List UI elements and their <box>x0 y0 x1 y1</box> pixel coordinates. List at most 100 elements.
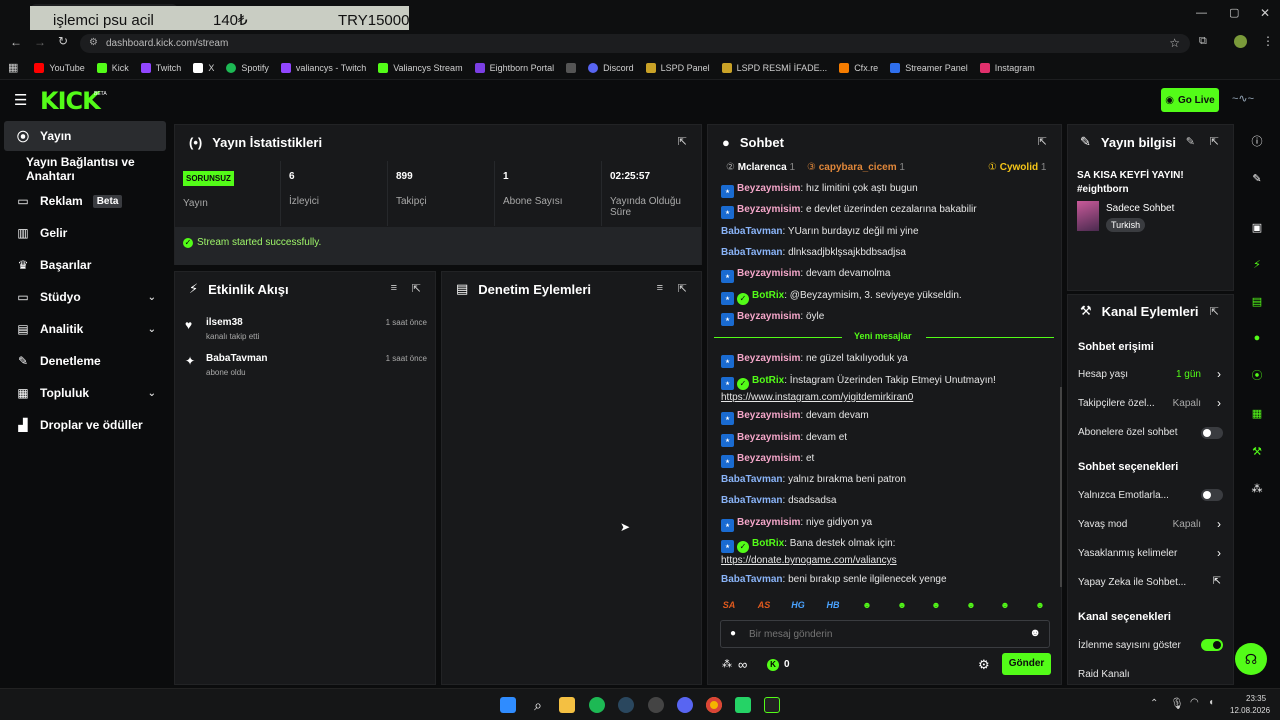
nav-item-studyo[interactable]: ▭ Stüdyo ⌄ <box>4 282 166 312</box>
popout-icon[interactable]: ⇱ <box>1210 305 1219 318</box>
raid-channel-label[interactable]: Raid Kanalı <box>1078 669 1130 680</box>
bookmark-spotify[interactable]: Spotify <box>220 62 275 73</box>
nav-item-reklam[interactable]: ▭ Reklam Beta <box>4 186 166 216</box>
emoji-icon[interactable]: ☻ <box>1029 627 1041 639</box>
chevron-right-icon[interactable]: › <box>1217 367 1221 381</box>
kick-emote[interactable]: ☻ <box>1031 600 1049 614</box>
top-user[interactable]: ② Mclarenca 1 <box>726 162 795 173</box>
extensions-icon[interactable]: ⧉ <box>1199 35 1207 48</box>
discord-icon[interactable] <box>677 697 693 713</box>
bookmark-valiancys-twitch[interactable]: valiancys - Twitch <box>275 62 372 73</box>
popout-icon[interactable]: ⇱ <box>1038 135 1047 148</box>
send-button[interactable]: Gönder <box>1002 653 1051 675</box>
top-user[interactable]: ③ capybara_cicem 1 <box>807 162 905 173</box>
chat-input-box[interactable]: ● ☻ <box>720 620 1050 648</box>
edit-icon[interactable]: ✎ <box>1242 165 1272 191</box>
site-info-icon[interactable]: ⚙ <box>89 37 98 48</box>
chevron-right-icon[interactable]: › <box>1217 396 1221 410</box>
chevron-right-icon[interactable]: › <box>1217 517 1221 531</box>
chat-username[interactable]: Beyzaymisim <box>737 410 800 421</box>
user-avatar[interactable]: ~∿~ <box>1232 92 1254 108</box>
maximize-icon[interactable]: ▢ <box>1229 6 1239 19</box>
url-field[interactable]: ⚙ dashboard.kick.com/stream ☆ <box>80 34 1190 53</box>
chevron-right-icon[interactable]: › <box>1217 546 1221 560</box>
nav-item-denetleme[interactable]: ✎ Denetleme <box>4 346 166 376</box>
users-icon[interactable]: ⁂ <box>1242 475 1272 501</box>
bookmark-lspd-ifade[interactable]: LSPD RESMİ İFADE... <box>716 62 834 73</box>
account-age-value[interactable]: 1 gün <box>1176 369 1201 380</box>
broadcast-icon[interactable]: ⦿ <box>1242 362 1272 388</box>
apps-grid-icon[interactable]: ▦ <box>6 61 28 74</box>
search-icon[interactable]: ⌕ <box>530 697 546 713</box>
nav-item-analitik[interactable]: ▤ Analitik ⌄ <box>4 314 166 344</box>
nav-item-stream-key[interactable]: Yayın Bağlantısı ve Anahtarı <box>4 154 166 184</box>
chat-bubble-icon[interactable]: ● <box>1242 325 1272 351</box>
spotify-icon[interactable] <box>589 697 605 713</box>
lightning-icon[interactable]: ⚡ <box>1242 251 1272 277</box>
bookmark-twitch[interactable]: Twitch <box>135 62 188 73</box>
steam-icon[interactable] <box>618 697 634 713</box>
bookmark-streamer-panel[interactable]: Streamer Panel <box>884 62 974 73</box>
emotes-only-toggle[interactable] <box>1201 489 1223 501</box>
support-button[interactable]: ☊ <box>1235 643 1267 675</box>
chat-link[interactable]: https://donate.bynogame.com/valiancys <box>721 555 897 566</box>
subs-only-toggle[interactable] <box>1201 427 1223 439</box>
popout-icon[interactable]: ⇱ <box>678 282 687 295</box>
chrome-icon[interactable] <box>706 697 722 713</box>
gear-icon[interactable]: ⚙ <box>978 657 990 673</box>
chat-username[interactable]: BabaTavman <box>721 495 783 506</box>
edit-pencil-icon[interactable]: ✎ <box>1186 135 1195 148</box>
chat-input[interactable] <box>749 627 1019 642</box>
top-user[interactable]: ① Cywolid 1 <box>988 162 1046 173</box>
chat-username[interactable]: Beyzaymisim <box>737 311 800 322</box>
document-icon[interactable]: ▤ <box>1242 288 1272 314</box>
chat-username[interactable]: BotRix <box>752 290 784 301</box>
chat-scrollbar[interactable] <box>1060 387 1062 587</box>
popout-icon[interactable]: ⇱ <box>1210 135 1219 148</box>
bookmark-cfx[interactable]: Cfx.re <box>833 62 884 73</box>
go-live-button[interactable]: ◉ Go Live <box>1161 88 1219 112</box>
kick-emote[interactable]: ☻ <box>893 600 911 614</box>
ai-chat-label[interactable]: Yapay Zeka ile Sohbet... <box>1078 577 1186 588</box>
nav-item-droplar[interactable]: ▟ Droplar ve ödüller <box>4 410 166 440</box>
back-icon[interactable]: ← <box>10 35 22 49</box>
filter-icon[interactable]: ≡ <box>391 282 397 294</box>
users-icon[interactable]: ⁂ <box>722 659 732 670</box>
chat-username[interactable]: BotRix <box>752 375 784 386</box>
emote-as[interactable]: AS <box>755 600 773 614</box>
emote-sa[interactable]: SA <box>720 600 738 614</box>
chat-username[interactable]: BabaTavman <box>721 574 783 585</box>
chat-username[interactable]: BabaTavman <box>721 226 783 237</box>
chat-username[interactable]: Beyzaymisim <box>737 432 800 443</box>
bookmark-unnamed[interactable] <box>560 62 582 73</box>
close-icon[interactable]: ✕ <box>1260 6 1270 20</box>
bookmark-youtube[interactable]: YouTube <box>28 62 90 73</box>
hamburger-menu-icon[interactable]: ☰ <box>14 91 27 109</box>
external-link-icon[interactable]: ⇱ <box>1213 576 1221 587</box>
profile-avatar[interactable] <box>1234 35 1247 48</box>
forward-icon[interactable]: → <box>34 35 46 49</box>
clock-date[interactable]: 12.08.2026 <box>1230 706 1270 715</box>
wrench-icon[interactable]: ⚒ <box>1242 438 1272 464</box>
bookmark-lspd-panel[interactable]: LSPD Panel <box>640 62 716 73</box>
wifi-icon[interactable]: ◠ <box>1190 697 1199 708</box>
chat-username[interactable]: Beyzaymisim <box>737 204 800 215</box>
emote-hb[interactable]: HB <box>824 600 842 614</box>
chat-username[interactable]: BabaTavman <box>721 474 783 485</box>
bookmark-kick[interactable]: Kick <box>91 62 135 73</box>
chat-username[interactable]: Beyzaymisim <box>737 268 800 279</box>
terminal-icon[interactable] <box>764 697 780 713</box>
kick-emote[interactable]: ☻ <box>962 600 980 614</box>
info-icon[interactable]: ⓘ <box>1242 128 1272 154</box>
chat-username[interactable]: Beyzaymisim <box>737 453 800 464</box>
browser-menu-icon[interactable]: ⋮ <box>1262 34 1274 48</box>
nav-item-gelir[interactable]: ▥ Gelir <box>4 218 166 248</box>
screenshot-icon[interactable]: ▣ <box>1242 214 1272 240</box>
file-explorer-icon[interactable] <box>559 697 575 713</box>
slow-mode-label[interactable]: Yavaş mod <box>1078 519 1127 530</box>
bookmark-star-icon[interactable]: ☆ <box>1169 36 1180 50</box>
filter-icon[interactable]: ≡ <box>657 282 663 294</box>
bookmark-discord[interactable]: Discord <box>582 62 640 73</box>
clock-time[interactable]: 23:35 <box>1246 694 1266 703</box>
bookmark-instagram[interactable]: Instagram <box>974 62 1041 73</box>
